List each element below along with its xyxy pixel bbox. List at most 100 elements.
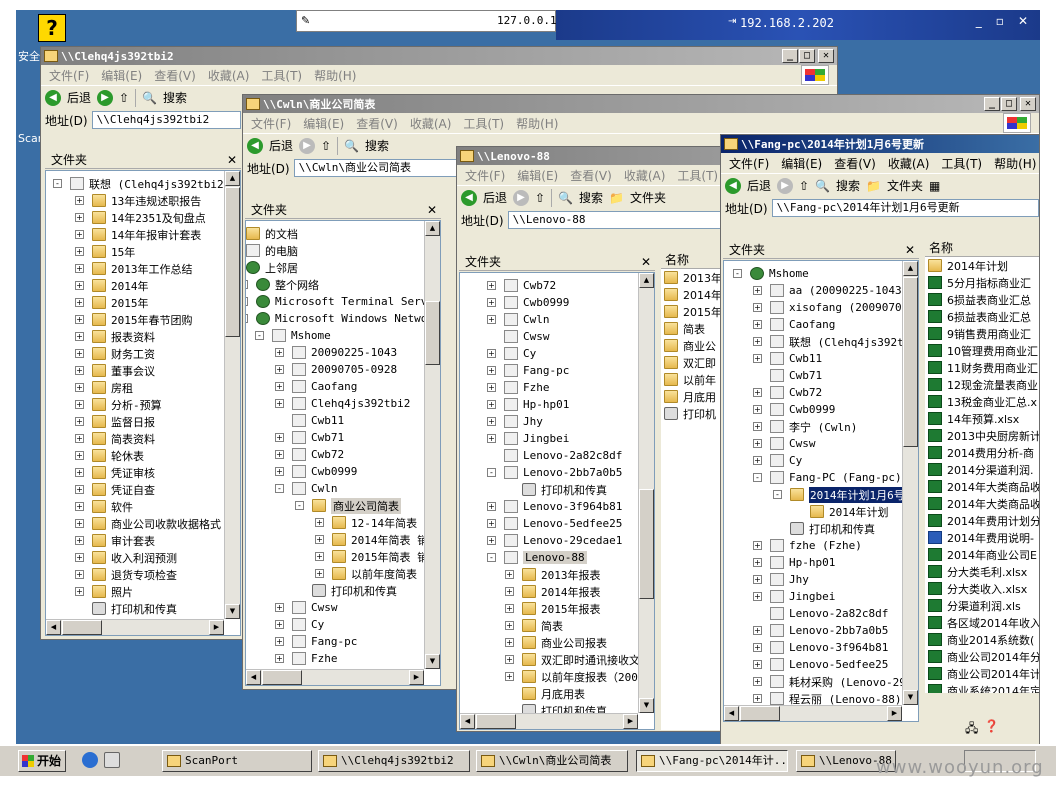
expand-icon[interactable]: + (315, 569, 324, 578)
tree-item[interactable]: + Microsoft Terminal Servic (246, 293, 440, 310)
address-field[interactable]: \\Clehq4js392tbi2 (91, 111, 241, 129)
scroll-down-arrow[interactable]: ▼ (425, 654, 440, 669)
expand-icon[interactable]: + (75, 502, 84, 511)
file-item[interactable]: 9销售费用商业汇 (925, 325, 1039, 342)
expand-icon[interactable]: + (75, 196, 84, 205)
expand-icon[interactable]: + (75, 417, 84, 426)
tree-item[interactable]: 的文档 (246, 225, 440, 242)
menu-item[interactable]: 查看(V) (834, 155, 876, 172)
expand-icon[interactable]: + (753, 320, 762, 329)
tree-item[interactable]: - Microsoft Windows Network (246, 310, 440, 327)
file-item[interactable]: 11财务费用商业汇 (925, 359, 1039, 376)
tree-item[interactable]: + Jingbei (460, 430, 640, 447)
tree-item[interactable]: + Fzhe (460, 379, 640, 396)
tree-item[interactable]: 的电脑 (246, 242, 440, 259)
expand-icon[interactable]: + (505, 655, 514, 664)
tree-item[interactable]: - Lenovo-88 (460, 549, 640, 566)
tree-item[interactable]: + 以前年度报表（200 (460, 668, 640, 685)
expand-icon[interactable]: + (505, 587, 514, 596)
tree-item[interactable]: + 退货专项检查 (46, 566, 230, 583)
tree-item[interactable]: + Hp-hp01 (724, 554, 918, 571)
address-field[interactable]: \\Cwln\商业公司简表 (293, 159, 457, 177)
search-button-label[interactable]: 搜索 (836, 177, 860, 194)
tree-item[interactable]: +12-14年简表 (246, 514, 440, 531)
tree-item[interactable]: + 李宁 (Cwln) (724, 418, 918, 435)
name-column-header[interactable]: 名称 (925, 239, 1039, 257)
expand-icon[interactable]: + (75, 366, 84, 375)
show-desktop-icon[interactable] (104, 752, 120, 768)
expand-icon[interactable]: + (753, 405, 762, 414)
tree-item[interactable]: + Lenovo-3f964b81 (460, 498, 640, 515)
folders-button-label[interactable]: 文件夹 (887, 177, 923, 194)
window-title-bar[interactable]: \\Fang-pc\2014年计划1月6号更新 (721, 135, 1039, 153)
expand-icon[interactable]: + (753, 541, 762, 550)
remote-close-icon[interactable]: ✕ (1018, 14, 1028, 28)
file-item[interactable]: 2014费用分析-商 (925, 444, 1039, 461)
expand-icon[interactable]: + (487, 434, 496, 443)
tree-item[interactable]: 打印机和传真 (246, 582, 440, 599)
expand-icon[interactable]: + (487, 366, 496, 375)
expand-icon[interactable]: + (753, 286, 762, 295)
tree-item[interactable]: +2015年 (46, 294, 230, 311)
expand-icon[interactable]: + (75, 536, 84, 545)
collapse-icon[interactable]: - (53, 179, 62, 188)
scroll-thumb[interactable] (62, 620, 102, 635)
expand-icon[interactable]: + (275, 654, 284, 663)
menu-item[interactable]: 查看(V) (570, 167, 612, 184)
folder-tree[interactable]: 的文档的电脑上邻居 - 整个网络 + Microsoft Terminal Servic… (245, 220, 441, 686)
back-arrow-icon[interactable]: ◀ (45, 89, 61, 106)
tree-item[interactable]: Cwb71 (724, 367, 918, 384)
expand-icon[interactable]: + (75, 570, 84, 579)
help-status-icon[interactable]: ❓ (984, 719, 999, 740)
scroll-right-arrow[interactable]: ▶ (409, 670, 424, 685)
scroll-left-arrow[interactable]: ◀ (246, 670, 261, 685)
scroll-up-arrow[interactable]: ▲ (639, 273, 654, 288)
tree-item[interactable]: +2015年春节团购 (46, 311, 230, 328)
forward-arrow-icon[interactable]: ▶ (299, 137, 316, 154)
expand-icon[interactable]: + (75, 451, 84, 460)
expand-icon[interactable]: + (753, 388, 762, 397)
tree-item[interactable]: + 耗材采购 (Lenovo-29ced (724, 673, 918, 690)
search-icon[interactable]: 🔍 (142, 91, 157, 105)
tree-item[interactable]: +2013年工作总结 (46, 260, 230, 277)
menu-item[interactable]: 帮助(H) (994, 155, 1036, 172)
folder-tree[interactable]: - 联想 (Clehq4js392tbi2) +13年违规述职报告 +14年2351及… (45, 170, 241, 636)
expand-icon[interactable]: + (75, 434, 84, 443)
file-item[interactable]: 分大类毛利.xlsx (925, 563, 1039, 580)
search-button-label[interactable]: 搜索 (365, 137, 389, 154)
back-arrow-icon[interactable]: ◀ (247, 137, 263, 154)
menu-item[interactable]: 工具(T) (677, 167, 718, 184)
back-button-label[interactable]: 后退 (269, 137, 293, 154)
help-desktop-icon[interactable]: ? (38, 14, 66, 42)
expand-icon[interactable]: + (75, 383, 84, 392)
search-icon[interactable]: 🔍 (558, 191, 573, 205)
tree-item[interactable]: + 房租 (46, 379, 230, 396)
file-item[interactable]: 2013中央厨房新计 (925, 427, 1039, 444)
tree-item[interactable]: 打印机和传真 (46, 600, 230, 617)
expand-icon[interactable]: + (315, 535, 324, 544)
back-arrow-icon[interactable]: ◀ (461, 189, 477, 206)
tree-item[interactable]: +2015年报表 (460, 600, 640, 617)
expand-icon[interactable]: + (75, 468, 84, 477)
collapse-icon[interactable]: - (487, 553, 496, 562)
taskbar-item[interactable]: \\Clehq4js392tbi2 (318, 750, 470, 772)
file-item[interactable]: 2014年大类商品收 (925, 495, 1039, 512)
vertical-scrollbar[interactable]: ▲ ▼ (638, 273, 654, 713)
tree-item[interactable]: - Mshome (724, 265, 918, 282)
scroll-thumb[interactable] (476, 714, 516, 729)
expand-icon[interactable]: + (753, 439, 762, 448)
expand-icon[interactable]: + (275, 433, 284, 442)
menu-item[interactable]: 文件(F) (251, 115, 291, 132)
window-title-bar[interactable]: \\Clehq4js392tbi2 _ □ ✕ (41, 47, 837, 65)
file-item[interactable]: 2014年大类商品收 (925, 478, 1039, 495)
up-folder-icon[interactable]: ⇧ (535, 191, 545, 205)
tree-item[interactable]: +14年2351及旬盘点 (46, 209, 230, 226)
expand-icon[interactable]: + (505, 604, 514, 613)
expand-icon[interactable]: + (75, 264, 84, 273)
file-item[interactable]: 商业公司2014年分 (925, 648, 1039, 665)
expand-icon[interactable]: + (505, 621, 514, 630)
menu-item[interactable]: 工具(T) (463, 115, 504, 132)
expand-icon[interactable]: + (75, 247, 84, 256)
file-item[interactable]: 10管理费用商业汇 (925, 342, 1039, 359)
scroll-thumb[interactable] (639, 489, 654, 599)
